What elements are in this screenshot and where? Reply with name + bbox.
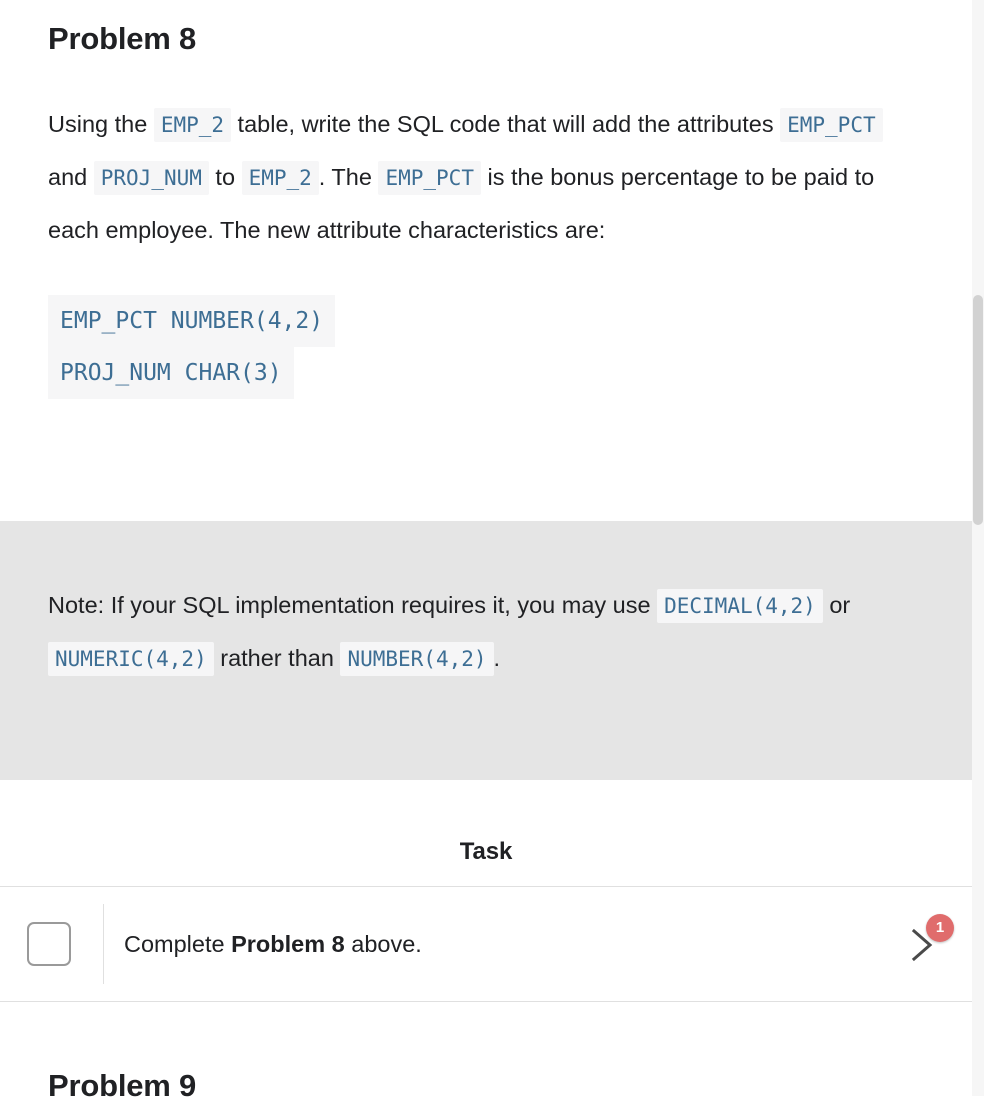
paragraph-text-5: . The	[318, 164, 379, 191]
paragraph-text-1: Using the	[48, 111, 154, 138]
task-label-suffix: above.	[344, 930, 422, 957]
paragraph-text-3: and	[48, 164, 94, 191]
code-line-emp-pct: EMP_PCT NUMBER(4,2)	[48, 295, 336, 348]
task-count-badge: 1	[926, 914, 954, 942]
vertical-scrollbar-thumb[interactable]	[973, 295, 983, 525]
problem-statement-section: Problem 8 Using the EMP_2 table, write t…	[0, 0, 984, 400]
note-callout: Note: If your SQL implementation require…	[0, 521, 972, 780]
task-checkbox[interactable]	[27, 922, 71, 966]
note-text-3: rather than	[213, 645, 341, 671]
note-text-4: .	[493, 645, 501, 671]
inline-code-decimal: DECIMAL(4,2)	[657, 589, 823, 623]
page-title: Problem 8	[48, 21, 197, 56]
next-problem-section: Problem 9	[0, 1008, 972, 1104]
task-bottom-divider	[0, 1001, 972, 1002]
paragraph-text-2: table, write the SQL code that will add …	[231, 111, 781, 138]
next-problem-title: Problem 9	[48, 1068, 197, 1103]
task-heading: Task	[459, 838, 513, 865]
vertical-scrollbar-track[interactable]	[972, 0, 984, 1096]
inline-code-emp-pct-b: EMP_PCT	[378, 161, 481, 196]
problem-page: Problem 8 Using the EMP_2 table, write t…	[0, 0, 984, 1103]
task-label-problem: Problem 8	[231, 930, 345, 957]
note-text-1: Note: If your SQL implementation require…	[48, 592, 658, 618]
inline-code-emp2-a: EMP_2	[153, 108, 232, 143]
task-label: Complete Problem 8 above.	[124, 931, 896, 958]
task-vertical-divider	[103, 904, 104, 984]
note-inner: Note: If your SQL implementation require…	[0, 521, 972, 685]
inline-code-emp2-b: EMP_2	[241, 161, 319, 196]
inline-code-emp-pct-a: EMP_PCT	[780, 108, 883, 143]
task-label-prefix: Complete	[124, 930, 232, 957]
note-text-2: or	[822, 592, 851, 618]
attribute-definition-code-block: EMP_PCT NUMBER(4,2) PROJ_NUM CHAR(3)	[48, 256, 936, 400]
inline-code-numeric: NUMERIC(4,2)	[48, 642, 214, 676]
code-line-proj-num: PROJ_NUM CHAR(3)	[48, 347, 294, 400]
inline-code-number: NUMBER(4,2)	[340, 642, 494, 676]
paragraph-text-4: to	[208, 164, 242, 191]
note-paragraph: Note: If your SQL implementation require…	[48, 521, 908, 685]
task-open-button[interactable]: 1	[896, 914, 968, 974]
task-section: Task Complete Problem 8 above. 1	[0, 780, 972, 1002]
problem-paragraph: Using the EMP_2 table, write the SQL cod…	[48, 57, 888, 256]
task-row[interactable]: Complete Problem 8 above. 1	[0, 887, 972, 1001]
inline-code-proj-num: PROJ_NUM	[93, 161, 209, 196]
